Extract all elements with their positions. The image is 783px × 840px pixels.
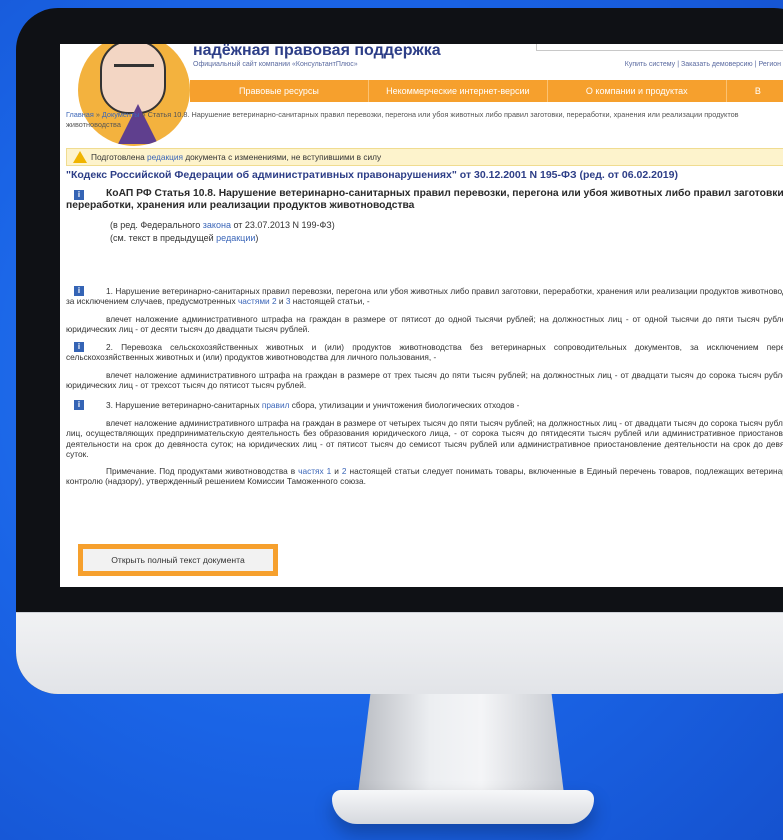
part-3-link[interactable]: 3 <box>286 296 291 306</box>
parts-2-link[interactable]: частями 2 <box>238 296 277 306</box>
edition-warning: Подготовлена редакция документа с измене… <box>66 148 783 166</box>
search-box[interactable] <box>536 44 783 51</box>
top-links: Купить систему | Заказать демоверсию | Регио… <box>624 61 781 68</box>
code-title[interactable]: "Кодекс Российской Федерации об админист… <box>66 169 783 181</box>
edition-note-2: (см. текст в предыдущей редакции) <box>110 233 259 243</box>
breadcrumb: Главная » Документы » Статья 10.8. Наруш… <box>66 110 739 129</box>
browser-screen: надёжная правовая поддержка Официальный … <box>60 44 783 587</box>
nav-item-more[interactable]: В <box>727 80 783 102</box>
note-paragraph: Примечание. Под продуктами животноводств… <box>66 466 783 487</box>
parts-1-link[interactable]: частях 1 <box>298 466 331 476</box>
consultant-logo[interactable] <box>78 44 190 146</box>
monitor-stand-base <box>332 790 594 824</box>
logo-face-icon <box>100 44 166 114</box>
breadcrumb-home[interactable]: Главная <box>66 110 94 119</box>
paragraph-3: 3. Нарушение ветеринарно-санитарных прав… <box>106 400 520 410</box>
edition-link[interactable]: редакция <box>147 152 183 162</box>
chin-divider <box>16 612 783 613</box>
part-2-link[interactable]: 2 <box>342 466 347 476</box>
nav-item-noncommercial[interactable]: Некоммерческие интернет-версии <box>369 80 548 102</box>
breadcrumb-current: Статья 10.8. Нарушение ветеринарно-санит… <box>66 110 739 129</box>
breadcrumb-documents[interactable]: Документы <box>102 110 140 119</box>
site-subtitle: Официальный сайт компании «КонсультантПл… <box>193 61 358 68</box>
law-link[interactable]: закона <box>203 220 231 230</box>
monitor-stand-neck <box>358 694 564 794</box>
monitor-chin <box>16 612 783 694</box>
nav-item-about[interactable]: О компании и продуктах <box>548 80 727 102</box>
region-link[interactable]: Регион <box>759 61 781 68</box>
warning-icon <box>73 151 87 163</box>
paragraph-2: 2. Перевозка сельскохозяйственных животн… <box>66 342 783 363</box>
order-demo-link[interactable]: Заказать демоверсию <box>681 61 753 68</box>
open-document-button-frame: Открыть полный текст документа <box>78 544 278 576</box>
paragraph-1: 1. Нарушение ветеринарно-санитарных прав… <box>66 286 783 307</box>
article-title: КоАП РФ Статья 10.8. Нарушение ветеринар… <box>66 188 783 211</box>
logo-eyes-icon <box>114 64 154 73</box>
edition-note-1: (в ред. Федерального закона от 23.07.201… <box>110 220 335 230</box>
previous-edition-link[interactable]: редакции <box>216 233 255 243</box>
rules-link[interactable]: правил <box>262 400 290 410</box>
site-tagline: надёжная правовая поддержка <box>193 44 441 59</box>
paragraph-2-penalty: влечет наложение административного штраф… <box>66 370 783 391</box>
main-nav: Правовые ресурсы Некоммерческие интернет… <box>190 80 783 102</box>
paragraph-1-penalty: влечет наложение административного штраф… <box>66 314 783 335</box>
buy-system-link[interactable]: Купить систему <box>625 61 675 68</box>
nav-item-legal-resources[interactable]: Правовые ресурсы <box>190 80 369 102</box>
open-full-text-button[interactable]: Открыть полный текст документа <box>83 549 273 571</box>
paragraph-3-penalty: влечет наложение административного штраф… <box>66 418 783 460</box>
